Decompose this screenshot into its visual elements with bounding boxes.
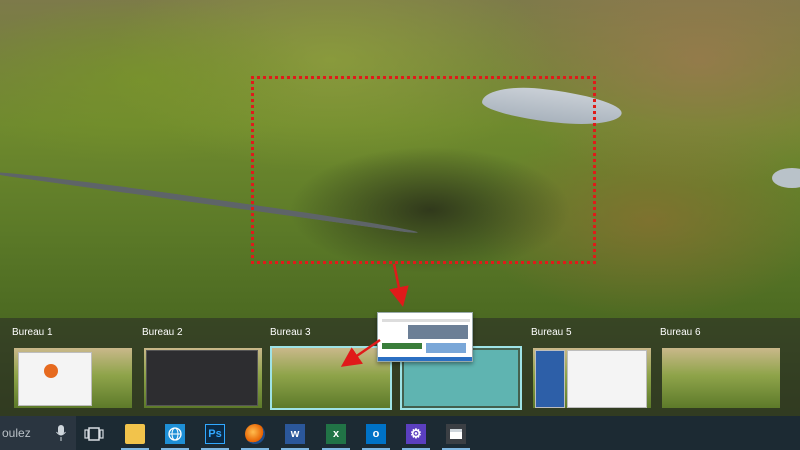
desktop-label: Bureau 1 [12, 327, 53, 338]
virtual-desktop-5[interactable]: Bureau 5 [531, 326, 653, 410]
window-thumbnail [18, 352, 92, 406]
outlook-icon: o [366, 424, 386, 444]
desktop-thumbnail[interactable] [270, 346, 392, 410]
store-icon [446, 424, 466, 444]
firefox-icon [44, 364, 58, 378]
taskbar-app-outlook[interactable]: o [358, 418, 394, 450]
taskbar-app-ie[interactable] [157, 418, 193, 450]
desktop-thumbnail[interactable] [660, 346, 782, 410]
microphone-icon[interactable] [56, 425, 66, 441]
taskbar-app-explorer[interactable] [117, 418, 153, 450]
word-icon: w [285, 424, 305, 444]
desktop-thumbnail[interactable] [142, 346, 264, 410]
virtual-desktop-6[interactable]: Bureau 6 [660, 326, 782, 410]
taskbar-app-photoshop[interactable]: Ps [197, 418, 233, 450]
virtual-desktop-3[interactable]: Bureau 3 [270, 326, 392, 410]
taskbar-app-word[interactable]: w [277, 418, 313, 450]
excel-icon: x [326, 424, 346, 444]
firefox-icon [245, 424, 265, 444]
selection-box [251, 76, 596, 264]
window-thumbnail [146, 350, 258, 406]
gear-icon: ⚙ [406, 424, 426, 444]
photoshop-icon: Ps [205, 424, 225, 444]
desktop-thumbnail[interactable] [531, 346, 653, 410]
desktop-label: Bureau 5 [531, 327, 572, 338]
task-view-icon [84, 427, 104, 441]
desktop-label: Bureau 2 [142, 327, 183, 338]
taskbar-app-store[interactable] [438, 418, 474, 450]
taskbar-app-settings[interactable]: ⚙ [398, 418, 434, 450]
window-thumbnail [535, 350, 565, 408]
desktop-label: Bureau 3 [270, 327, 311, 338]
taskbar-app-firefox[interactable] [237, 418, 273, 450]
dragged-window-thumbnail[interactable] [377, 312, 473, 362]
globe-icon [165, 424, 185, 444]
window-thumbnail [567, 350, 647, 408]
task-view-button[interactable] [76, 418, 112, 450]
desktop-thumbnail[interactable] [12, 346, 134, 410]
virtual-desktop-1[interactable]: Bureau 1 [12, 326, 134, 410]
search-text: oulez [2, 426, 31, 440]
taskbar-app-excel[interactable]: x [318, 418, 354, 450]
folder-icon [125, 424, 145, 444]
virtual-desktop-2[interactable]: Bureau 2 [142, 326, 264, 410]
desktop-label: Bureau 6 [660, 327, 701, 338]
